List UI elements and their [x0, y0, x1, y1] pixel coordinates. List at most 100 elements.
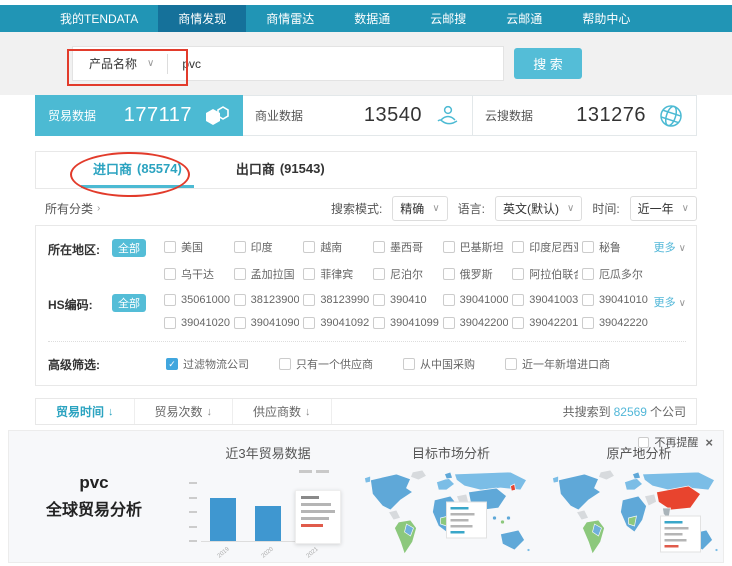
checkbox-checked-icon[interactable]: ✓	[166, 358, 178, 370]
region-option-label: 美国	[181, 239, 203, 255]
checkbox-icon[interactable]	[279, 358, 291, 370]
nav-item-cloud-mail[interactable]: 云邮通	[486, 5, 562, 32]
stat-cloud-search-data[interactable]: 云搜数据 131276	[473, 95, 697, 136]
region-option[interactable]: 印度尼西亚	[512, 239, 578, 255]
region-option[interactable]: 厄瓜多尔	[582, 266, 648, 282]
advanced-option-filter-logistics[interactable]: ✓ 过滤物流公司	[166, 356, 249, 372]
region-option[interactable]: 菲律宾	[303, 266, 369, 282]
checkbox-icon[interactable]	[582, 268, 594, 280]
hs-option[interactable]: 39042220	[582, 317, 648, 329]
checkbox-icon[interactable]	[505, 358, 517, 370]
checkbox-icon[interactable]	[234, 241, 246, 253]
checkbox-icon[interactable]	[303, 317, 315, 329]
advanced-option-buy-from-china[interactable]: 从中国采购	[403, 356, 475, 372]
sort-by-trade-time[interactable]: 贸易时间 ↓	[36, 399, 135, 424]
checkbox-icon[interactable]	[164, 294, 176, 306]
tab-exporters[interactable]: 出口商 (91543)	[224, 152, 337, 188]
checkbox-icon[interactable]	[582, 317, 594, 329]
hs-option[interactable]: 390410	[373, 294, 439, 306]
nav-item-my-tendata[interactable]: 我的TENDATA	[40, 5, 158, 32]
checkbox-icon[interactable]	[512, 294, 524, 306]
checkbox-icon[interactable]	[443, 268, 455, 280]
search-category-label: 产品名称	[89, 55, 137, 72]
nav-item-business-radar[interactable]: 商情雷达	[246, 5, 334, 32]
search-input[interactable]	[168, 47, 503, 80]
region-option[interactable]: 俄罗斯	[443, 266, 509, 282]
region-more-link[interactable]: 更多 ∨	[654, 239, 686, 255]
hs-more-link[interactable]: 更多 ∨	[654, 294, 686, 310]
checkbox-icon[interactable]	[164, 268, 176, 280]
advanced-option-single-supplier[interactable]: 只有一个供应商	[279, 356, 373, 372]
checkbox-icon[interactable]	[303, 241, 315, 253]
checkbox-icon[interactable]	[582, 241, 594, 253]
region-option[interactable]: 美国	[164, 239, 230, 255]
checkbox-icon[interactable]	[373, 268, 385, 280]
dismiss-checkbox[interactable]	[638, 437, 649, 448]
time-select[interactable]: 近一年 ∨	[630, 196, 697, 221]
hs-option[interactable]: 39041099	[373, 317, 439, 329]
checkbox-icon[interactable]	[373, 294, 385, 306]
business-person-icon	[434, 103, 460, 129]
checkbox-icon[interactable]	[403, 358, 415, 370]
region-option[interactable]: 印度	[234, 239, 300, 255]
checkbox-icon[interactable]	[303, 268, 315, 280]
checkbox-icon[interactable]	[373, 241, 385, 253]
region-option[interactable]: 巴基斯坦	[443, 239, 509, 255]
checkbox-icon[interactable]	[512, 268, 524, 280]
nav-item-help-center[interactable]: 帮助中心	[562, 5, 650, 32]
hs-option[interactable]: 39041010	[582, 294, 648, 306]
region-option[interactable]: 秘鲁	[582, 239, 648, 255]
search-button[interactable]: 搜 索	[514, 48, 582, 79]
all-categories-link[interactable]: 所有分类 ›	[35, 200, 100, 217]
advanced-option-new-importers[interactable]: 近一年新增进口商	[505, 356, 610, 372]
checkbox-icon[interactable]	[164, 317, 176, 329]
hs-option[interactable]: 39041003	[512, 294, 578, 306]
checkbox-icon[interactable]	[234, 268, 246, 280]
search-mode-select[interactable]: 精确 ∨	[392, 196, 447, 221]
checkbox-icon[interactable]	[164, 241, 176, 253]
search-category-select[interactable]: 产品名称 ∨	[73, 47, 167, 80]
region-option[interactable]: 尼泊尔	[373, 266, 439, 282]
region-option[interactable]: 孟加拉国	[234, 266, 300, 282]
hs-option[interactable]: 39041090	[234, 317, 300, 329]
nav-item-cloud-mail-search[interactable]: 云邮搜	[410, 5, 486, 32]
region-option-label: 阿拉伯联合...	[529, 266, 578, 282]
hs-option[interactable]: 38123900	[234, 294, 300, 306]
region-option-label: 尼泊尔	[390, 266, 423, 282]
sort-by-trade-count[interactable]: 贸易次数 ↓	[135, 399, 234, 424]
checkbox-icon[interactable]	[373, 317, 385, 329]
stat-trade-data[interactable]: 贸易数据 177117	[35, 95, 243, 136]
checkbox-icon[interactable]	[303, 294, 315, 306]
region-option[interactable]: 乌干达	[164, 266, 230, 282]
checkbox-icon[interactable]	[443, 294, 455, 306]
sort-by-supplier-count[interactable]: 供应商数 ↓	[233, 399, 332, 424]
hs-option[interactable]: 39041092	[303, 317, 369, 329]
close-icon[interactable]: ×	[703, 435, 715, 450]
hs-all-button[interactable]: 全部	[112, 294, 146, 312]
language-select[interactable]: 英文(默认) ∨	[495, 196, 582, 221]
checkbox-icon[interactable]	[443, 317, 455, 329]
checkbox-icon[interactable]	[443, 241, 455, 253]
checkbox-icon[interactable]	[582, 294, 594, 306]
checkbox-icon[interactable]	[512, 317, 524, 329]
region-option[interactable]: 阿拉伯联合...	[512, 266, 578, 282]
map-tooltip	[447, 502, 487, 538]
stat-business-data[interactable]: 商业数据 13540	[243, 95, 473, 136]
region-all-button[interactable]: 全部	[112, 239, 146, 257]
hs-option[interactable]: 38123990	[303, 294, 369, 306]
region-option[interactable]: 越南	[303, 239, 369, 255]
checkbox-icon[interactable]	[234, 294, 246, 306]
stat-label: 商业数据	[255, 107, 303, 124]
checkbox-icon[interactable]	[512, 241, 524, 253]
region-option[interactable]: 墨西哥	[373, 239, 439, 255]
hs-option[interactable]: 39041000	[443, 294, 509, 306]
checkbox-icon[interactable]	[234, 317, 246, 329]
hs-option[interactable]: 35061000	[164, 294, 230, 306]
hs-option[interactable]: 39041020	[164, 317, 230, 329]
hs-option[interactable]: 39042201	[512, 317, 578, 329]
hs-option[interactable]: 39042200	[443, 317, 509, 329]
tab-importers[interactable]: 进口商 (85574)	[81, 152, 194, 188]
region-option-label: 墨西哥	[390, 239, 423, 255]
nav-item-business-discovery[interactable]: 商情发现	[158, 5, 246, 32]
nav-item-data-link[interactable]: 数据通	[334, 5, 410, 32]
